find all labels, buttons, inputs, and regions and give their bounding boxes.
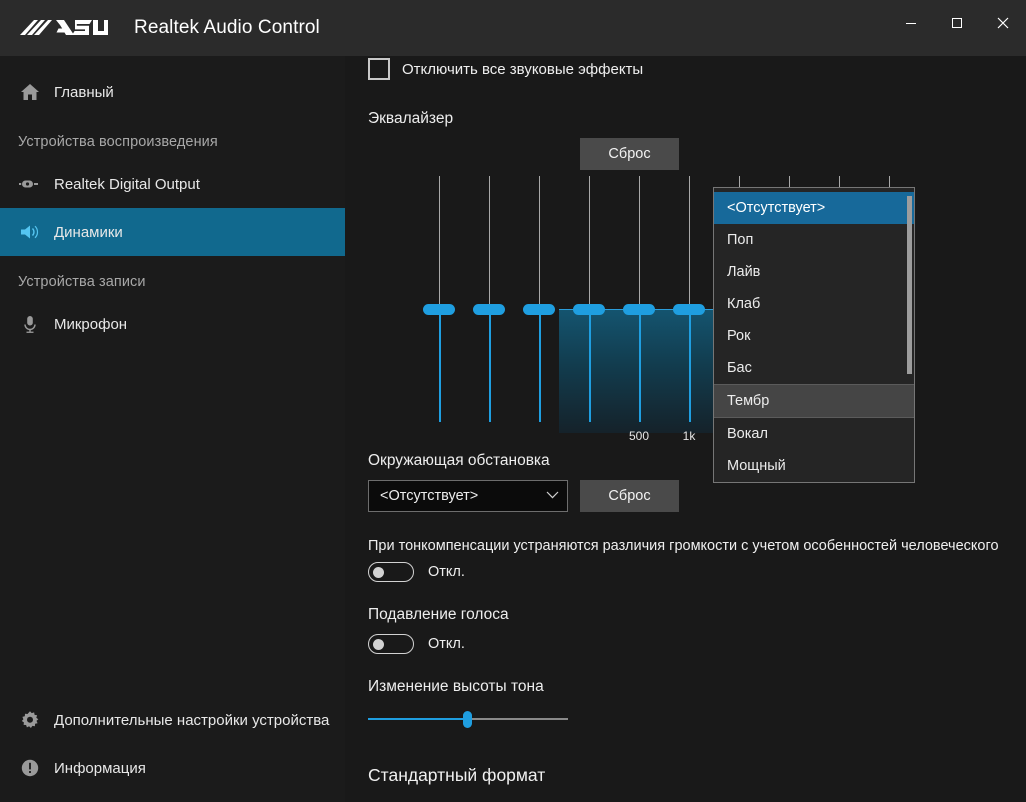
equalizer-label: Эквалайзер [368, 110, 1026, 128]
dropdown-option[interactable]: Мощный [714, 450, 914, 482]
equalizer-tick-500: 500 [619, 429, 659, 443]
equalizer-band-track[interactable] [439, 176, 440, 310]
home-icon [12, 82, 48, 102]
sidebar-item-home[interactable]: Главный [0, 68, 345, 116]
sidebar-item-microphone[interactable]: Микрофон [0, 300, 345, 348]
dropdown-option[interactable]: Бас [714, 352, 914, 384]
voice-cancellation-toggle-knob [373, 639, 384, 650]
sidebar-item-home-label: Главный [54, 84, 114, 101]
sidebar-item-microphone-label: Микрофон [54, 316, 127, 333]
sidebar-item-information-label: Информация [54, 760, 146, 777]
equalizer-band-track[interactable] [689, 176, 690, 310]
speaker-icon [12, 223, 48, 241]
voice-cancellation-label: Подавление голоса [368, 606, 1026, 624]
equalizer-dropdown-scrollbar[interactable] [907, 196, 912, 478]
info-icon [12, 758, 48, 778]
main-content: Отключить все звуковые эффекты Эквалайзе… [345, 56, 1026, 802]
environment-controls-row: <Отсутствует> Сброс [368, 480, 1026, 512]
equalizer-band-stem [439, 310, 441, 422]
equalizer-band-stem [689, 310, 691, 422]
sidebar-item-advanced-device-settings[interactable]: Дополнительные настройки устройства [0, 696, 345, 744]
pitch-shift-thumb[interactable] [463, 711, 472, 728]
window-controls [888, 0, 1026, 46]
equalizer-band-thumb[interactable] [473, 304, 505, 315]
equalizer-band-track[interactable] [639, 176, 640, 310]
equalizer-band-stem [639, 310, 641, 422]
loudness-toggle[interactable] [368, 562, 414, 582]
environment-select-value: <Отсутствует> [380, 488, 478, 504]
equalizer-band-track[interactable] [589, 176, 590, 310]
equalizer-band-stem [489, 310, 491, 422]
playback-section-title: Устройства воспроизведения [0, 116, 345, 160]
equalizer-band-thumb[interactable] [423, 304, 455, 315]
equalizer-band-thumb[interactable] [623, 304, 655, 315]
loudness-state-label: Откл. [428, 564, 465, 580]
sidebar-item-speakers-label: Динамики [54, 224, 123, 241]
title-bar: Realtek Audio Control [0, 0, 1026, 56]
sidebar-item-advanced-device-settings-label: Дополнительные настройки устройства [54, 712, 329, 729]
loudness-description: При тонкомпенсации устраняются различия … [368, 538, 1026, 554]
dropdown-option[interactable]: Клаб [714, 288, 914, 320]
asus-logo [18, 15, 108, 41]
gear-icon [12, 710, 48, 730]
close-button[interactable] [980, 0, 1026, 46]
equalizer-band-track[interactable] [539, 176, 540, 310]
pitch-shift-label: Изменение высоты тона [368, 678, 1026, 696]
loudness-toggle-knob [373, 567, 384, 578]
equalizer-band-stem [589, 310, 591, 422]
loudness-toggle-row[interactable]: Откл. [368, 562, 1026, 582]
dropdown-option[interactable]: <Отсутствует> [714, 192, 914, 224]
pitch-shift-slider[interactable] [368, 709, 568, 729]
equalizer-band-track[interactable] [489, 176, 490, 310]
sidebar-item-realtek-digital-output[interactable]: Realtek Digital Output [0, 160, 345, 208]
sidebar: Главный Устройства воспроизведения Realt… [0, 56, 345, 802]
standard-format-heading: Стандартный формат [368, 765, 1026, 786]
equalizer-dropdown-list[interactable]: <Отсутствует>ПопЛайвКлабРокБасТембрВокал… [713, 187, 915, 483]
recording-section-title: Устройства записи [0, 256, 345, 300]
realtek-audio-control-window: Realtek Audio Control Главный Устройства… [0, 0, 1026, 802]
pitch-shift-track-filled [368, 718, 468, 720]
equalizer-tick-1k: 1k [669, 429, 709, 443]
microphone-icon [12, 314, 48, 334]
voice-cancellation-toggle[interactable] [368, 634, 414, 654]
dropdown-option[interactable]: Рок [714, 320, 914, 352]
equalizer-band-stem [539, 310, 541, 422]
dropdown-option[interactable]: Вокал [714, 418, 914, 450]
chevron-down-icon [546, 490, 559, 502]
dropdown-option[interactable]: Тембр [714, 384, 914, 418]
minimize-button[interactable] [888, 0, 934, 46]
equalizer-dropdown-scrollbar-thumb[interactable] [907, 196, 912, 374]
environment-select[interactable]: <Отсутствует> [368, 480, 568, 512]
spdif-icon [12, 177, 48, 191]
equalizer-band-thumb[interactable] [523, 304, 555, 315]
sidebar-item-realtek-digital-output-label: Realtek Digital Output [54, 176, 200, 193]
sidebar-bottom-nav: Дополнительные настройки устройства Инфо… [0, 696, 345, 792]
equalizer-band-thumb[interactable] [573, 304, 605, 315]
voice-cancellation-state-label: Откл. [428, 636, 465, 652]
dropdown-option[interactable]: Поп [714, 224, 914, 256]
disable-all-effects-row[interactable]: Отключить все звуковые эффекты [368, 56, 1026, 86]
sidebar-item-speakers[interactable]: Динамики [0, 208, 345, 256]
voice-cancellation-toggle-row[interactable]: Откл. [368, 634, 1026, 654]
maximize-button[interactable] [934, 0, 980, 46]
environment-reset-button[interactable]: Сброс [580, 480, 679, 512]
disable-all-effects-label: Отключить все звуковые эффекты [402, 61, 643, 78]
sidebar-item-information[interactable]: Информация [0, 744, 345, 792]
equalizer-band-thumb[interactable] [673, 304, 705, 315]
dropdown-option[interactable]: Лайв [714, 256, 914, 288]
disable-all-effects-checkbox[interactable] [368, 58, 390, 80]
app-title: Realtek Audio Control [134, 17, 320, 39]
equalizer-dropdown-items: <Отсутствует>ПопЛайвКлабРокБасТембрВокал… [714, 192, 914, 482]
